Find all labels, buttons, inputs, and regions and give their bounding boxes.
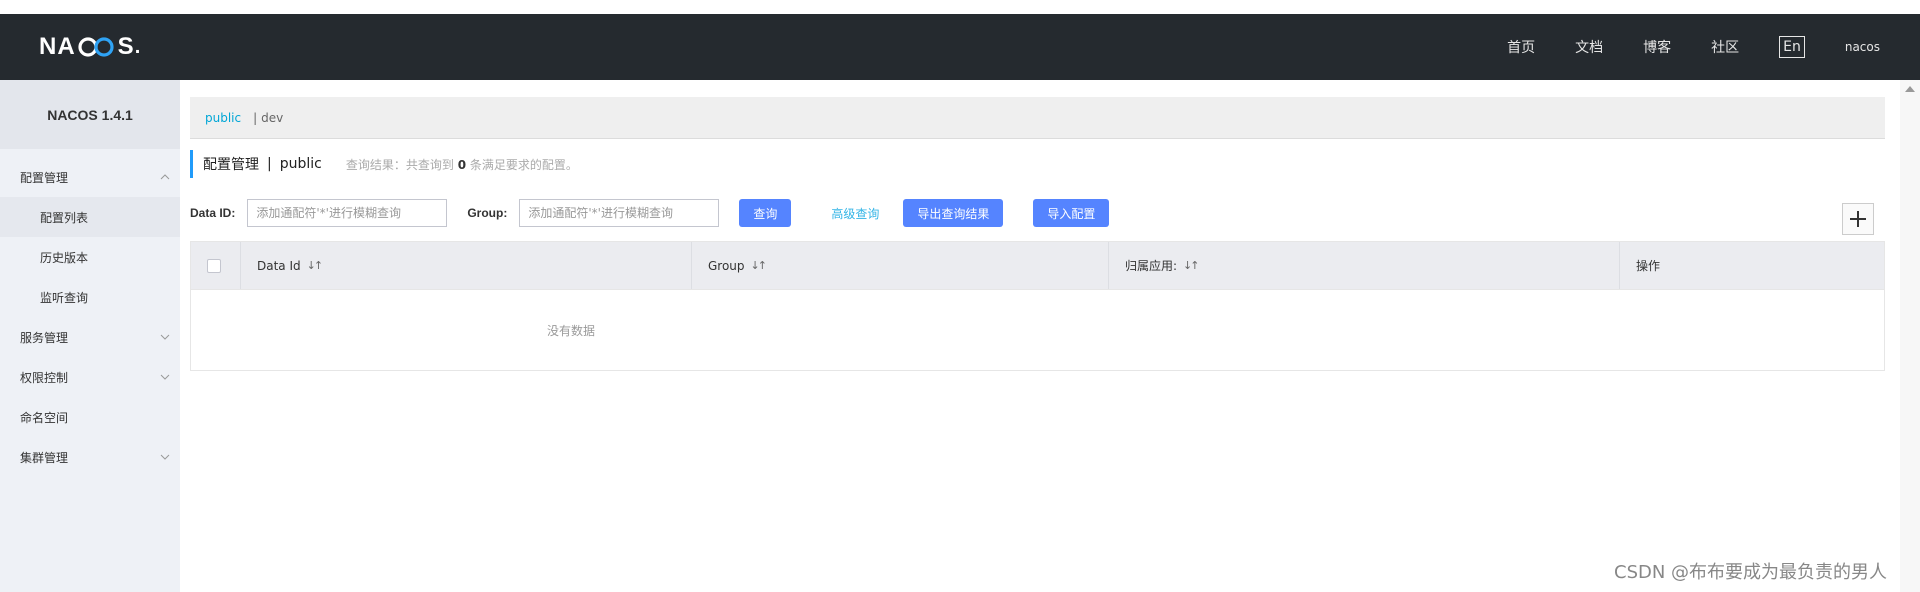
select-all-checkbox[interactable] xyxy=(207,258,221,273)
table-header: Data Id ↓↑ Group ↓↑ 归属应用: ↓↑ 操作 xyxy=(191,242,1884,290)
chevron-down-icon xyxy=(160,452,170,463)
column-label: 归属应用: xyxy=(1125,259,1178,273)
logo-rings-icon xyxy=(77,36,117,58)
dataid-label: Data ID: xyxy=(190,206,236,220)
hint-suffix: 条满足要求的配置。 xyxy=(469,157,578,172)
sidebar-item-label: 服务管理 xyxy=(20,330,69,345)
top-nav: 首页 文档 博客 社区 En nacos xyxy=(1507,14,1920,80)
column-label: Group xyxy=(708,258,745,273)
query-button[interactable]: 查询 xyxy=(739,199,792,227)
hint-prefix: 查询结果：共查询到 xyxy=(345,157,454,172)
sidebar-item-label: 配置列表 xyxy=(40,210,89,225)
sidebar-item-namespace[interactable]: 命名空间 xyxy=(0,397,180,437)
column-label: 操作 xyxy=(1636,259,1661,273)
namespace-public[interactable]: public xyxy=(205,111,241,125)
config-table: Data Id ↓↑ Group ↓↑ 归属应用: ↓↑ 操作 没有数据 xyxy=(190,241,1885,371)
sort-icon[interactable]: ↓↑ xyxy=(307,259,324,272)
namespace-dev[interactable]: dev xyxy=(261,111,283,125)
sidebar-item-label: 配置管理 xyxy=(20,170,69,185)
query-result-hint: 查询结果：共查询到 0 条满足要求的配置。 xyxy=(346,156,578,173)
page-title-separator: | xyxy=(267,156,272,172)
chevron-down-icon xyxy=(160,372,170,383)
user-name[interactable]: nacos xyxy=(1845,40,1880,54)
sidebar-item-config-management[interactable]: 配置管理 xyxy=(0,157,180,197)
advanced-query-link[interactable]: 高级查询 xyxy=(831,205,879,222)
namespace-separator: | xyxy=(253,110,258,125)
logo-text-right: S xyxy=(117,33,135,60)
scroll-up-arrow-icon[interactable] xyxy=(1905,86,1915,92)
sidebar-item-label: 历史版本 xyxy=(40,250,89,265)
table-body: 没有数据 xyxy=(191,290,1884,370)
nav-blog[interactable]: 博客 xyxy=(1643,37,1671,57)
select-all-cell xyxy=(191,242,241,289)
empty-state-text: 没有数据 xyxy=(547,323,596,338)
top-strip xyxy=(0,0,1920,14)
page-title: 配置管理 | public 查询结果：共查询到 0 条满足要求的配置。 xyxy=(190,150,578,178)
nacos-logo[interactable]: NA S . xyxy=(39,31,141,63)
sidebar-item-cluster-management[interactable]: 集群管理 xyxy=(0,437,180,477)
language-switch[interactable]: En xyxy=(1779,36,1805,58)
nav-home[interactable]: 首页 xyxy=(1507,37,1535,57)
namespace-bar: public | dev xyxy=(190,97,1885,139)
vertical-scrollbar[interactable] xyxy=(1900,80,1920,592)
logo-text-left: NA xyxy=(39,33,76,60)
sort-icon[interactable]: ↓↑ xyxy=(1183,259,1200,272)
sidebar: NACOS 1.4.1 配置管理 配置列表 历史版本 监听查询 服务管理 权限控… xyxy=(0,80,180,592)
plus-icon xyxy=(1850,211,1866,227)
top-header: NA S . 首页 文档 博客 社区 En nacos xyxy=(0,14,1920,80)
column-label: Data Id xyxy=(257,258,301,273)
group-input[interactable] xyxy=(519,199,720,227)
watermark: CSDN @布布要成为最负责的男人 xyxy=(1614,562,1888,583)
sidebar-item-service-management[interactable]: 服务管理 xyxy=(0,317,180,357)
chevron-down-icon xyxy=(160,332,170,343)
sidebar-item-label: 监听查询 xyxy=(40,290,89,305)
page-title-text: 配置管理 xyxy=(203,157,259,173)
sidebar-item-label: 集群管理 xyxy=(20,450,69,465)
sidebar-item-listener-query[interactable]: 监听查询 xyxy=(0,277,180,317)
add-config-button[interactable] xyxy=(1842,203,1874,235)
search-row: Data ID: Group: 查询 高级查询 导出查询结果 导入配置 xyxy=(190,199,1110,227)
nav-docs[interactable]: 文档 xyxy=(1575,37,1603,57)
column-actions: 操作 xyxy=(1620,242,1884,289)
import-button[interactable]: 导入配置 xyxy=(1033,199,1110,227)
column-data-id[interactable]: Data Id ↓↑ xyxy=(241,242,692,289)
hint-count: 0 xyxy=(457,157,467,172)
sidebar-item-access-control[interactable]: 权限控制 xyxy=(0,357,180,397)
nav-community[interactable]: 社区 xyxy=(1711,37,1739,57)
column-group[interactable]: Group ↓↑ xyxy=(692,242,1109,289)
logo-dot: . xyxy=(134,35,142,58)
sidebar-title: NACOS 1.4.1 xyxy=(0,80,180,149)
dataid-input[interactable] xyxy=(247,199,448,227)
sidebar-item-config-list[interactable]: 配置列表 xyxy=(0,197,180,237)
sort-icon[interactable]: ↓↑ xyxy=(751,259,768,272)
sidebar-item-label: 权限控制 xyxy=(20,370,69,385)
sidebar-menu: 配置管理 配置列表 历史版本 监听查询 服务管理 权限控制 命名空间 集群管理 xyxy=(0,157,180,477)
column-app[interactable]: 归属应用: ↓↑ xyxy=(1109,242,1620,289)
chevron-up-icon xyxy=(160,172,170,183)
page-title-namespace: public xyxy=(279,156,322,172)
group-label: Group: xyxy=(467,206,508,220)
sidebar-item-label: 命名空间 xyxy=(20,410,69,425)
export-button[interactable]: 导出查询结果 xyxy=(903,199,1004,227)
sidebar-item-history-version[interactable]: 历史版本 xyxy=(0,237,180,277)
